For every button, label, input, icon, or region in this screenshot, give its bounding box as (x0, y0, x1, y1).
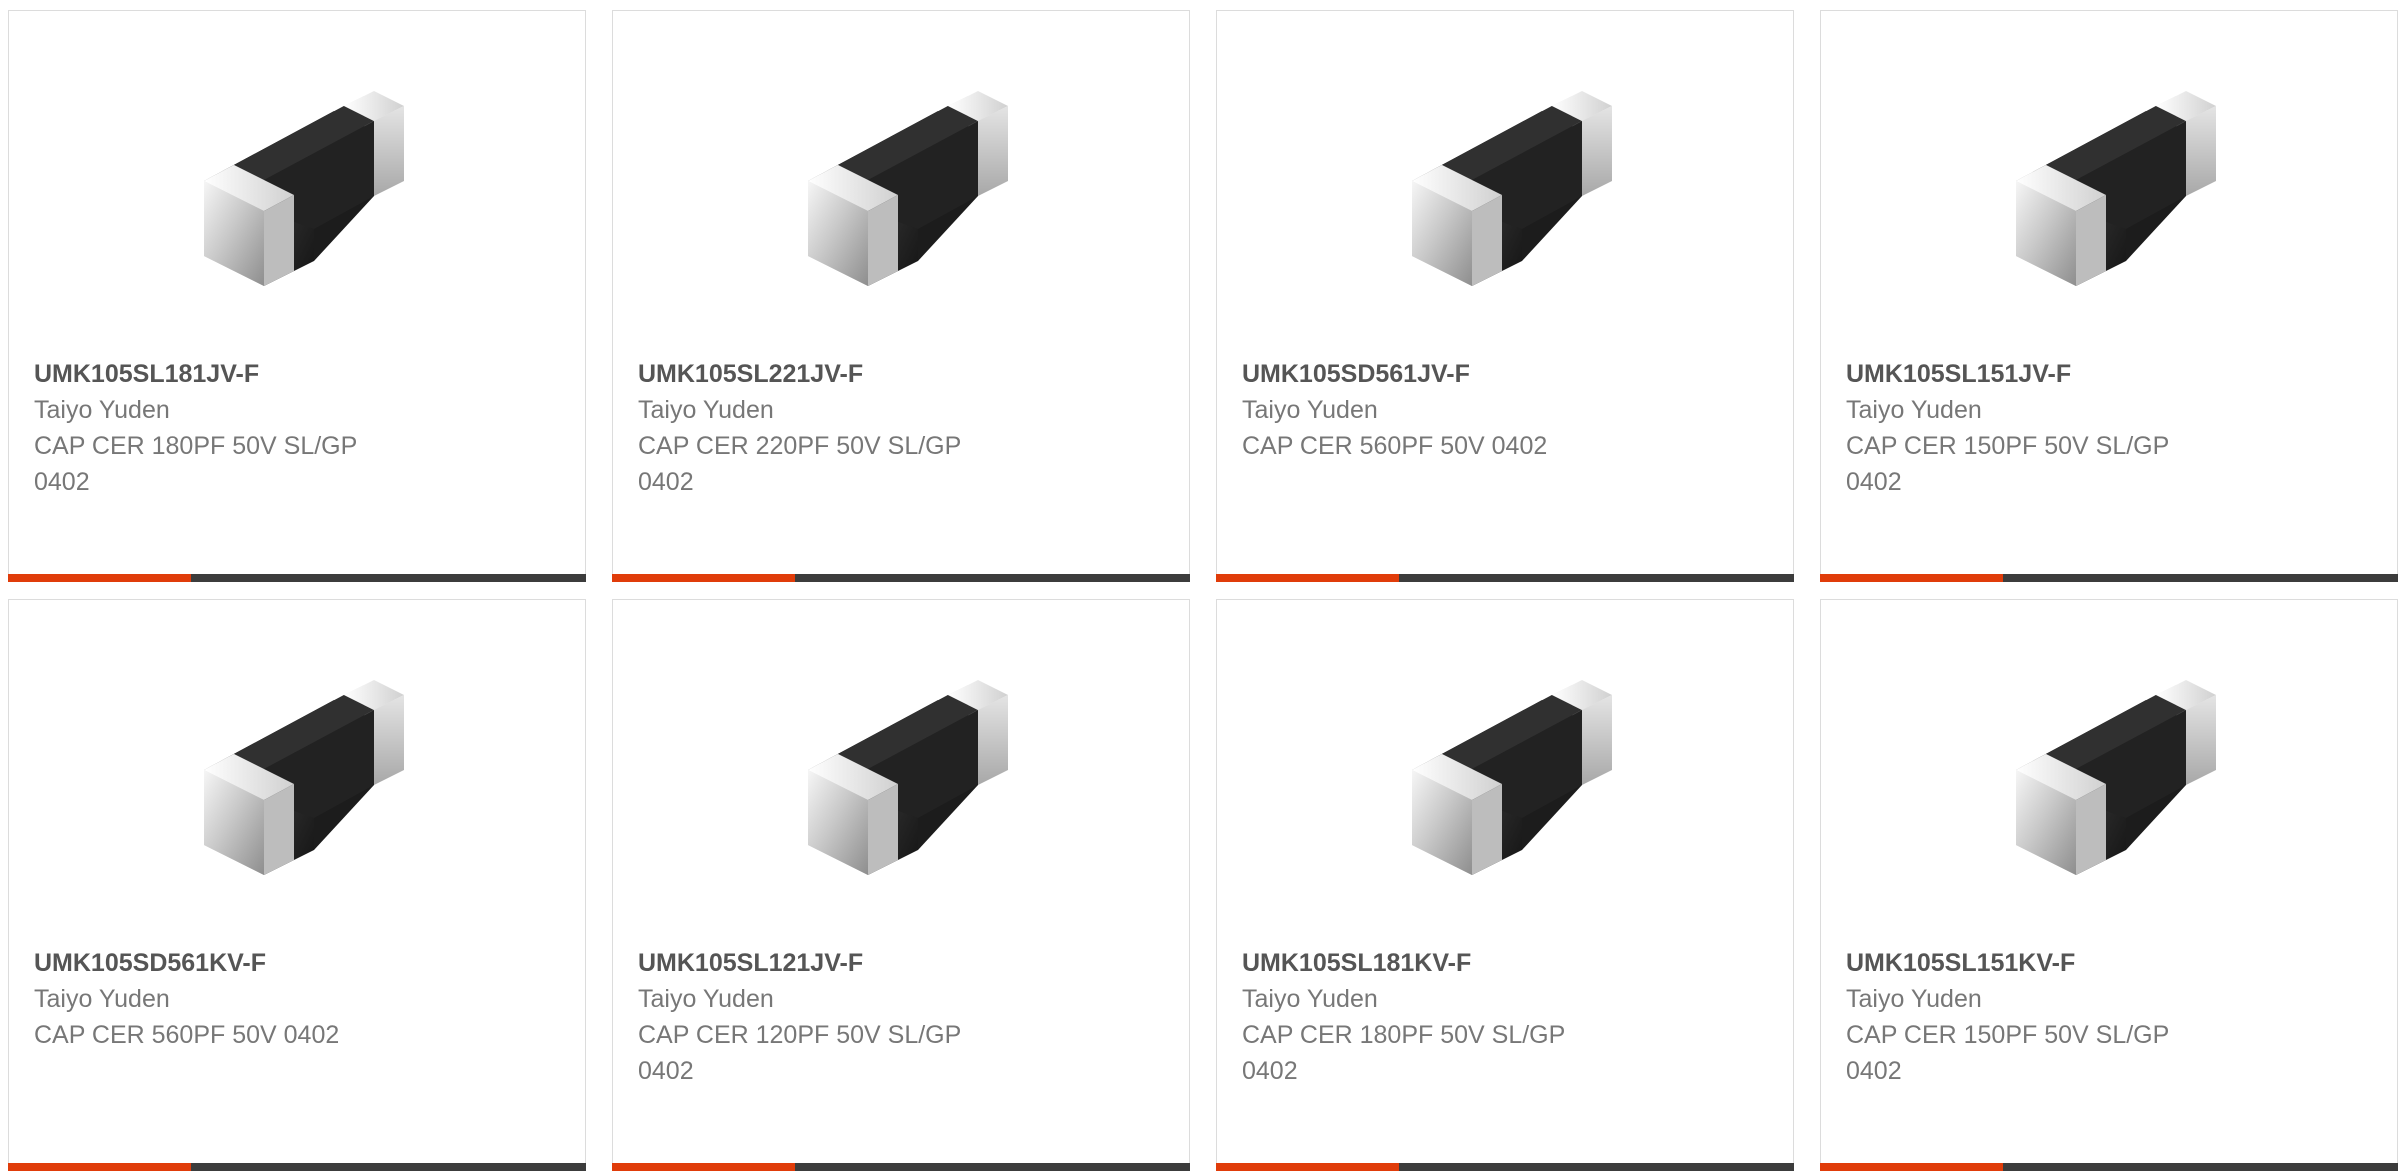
product-info: UMK105SD561JV-F Taiyo Yuden CAP CER 560P… (1242, 356, 1622, 464)
manufacturer-label: Taiyo Yuden (34, 985, 170, 1013)
card-footer-bar (8, 574, 586, 582)
product-description: CAP CER 150PF 50V SL/GP 0402 (1846, 1021, 2169, 1085)
product-card[interactable]: UMK105SL151KV-F Taiyo Yuden CAP CER 150P… (1820, 599, 2398, 1171)
product-card[interactable]: UMK105SL181JV-F Taiyo Yuden CAP CER 180P… (8, 10, 586, 582)
product-grid: UMK105SL181JV-F Taiyo Yuden CAP CER 180P… (0, 0, 2400, 1171)
product-info: UMK105SL181JV-F Taiyo Yuden CAP CER 180P… (34, 356, 414, 500)
manufacturer-label: Taiyo Yuden (1242, 396, 1378, 424)
part-number-link[interactable]: UMK105SL181JV-F (34, 356, 414, 392)
card-footer-bar (8, 1163, 586, 1171)
product-card[interactable]: UMK105SL121JV-F Taiyo Yuden CAP CER 120P… (612, 599, 1190, 1171)
manufacturer-label: Taiyo Yuden (1846, 985, 1982, 1013)
card-accent-strip (612, 1163, 795, 1171)
product-info: UMK105SL181KV-F Taiyo Yuden CAP CER 180P… (1242, 945, 1622, 1089)
card-footer-bar (612, 574, 1190, 582)
product-description: CAP CER 150PF 50V SL/GP 0402 (1846, 432, 2169, 496)
card-footer-bar (1820, 574, 2398, 582)
manufacturer-label: Taiyo Yuden (1846, 396, 1982, 424)
capacitor-chip-image (194, 81, 404, 296)
part-number-link[interactable]: UMK105SL121JV-F (638, 945, 1018, 981)
manufacturer-label: Taiyo Yuden (638, 396, 774, 424)
product-card[interactable]: UMK105SD561JV-F Taiyo Yuden CAP CER 560P… (1216, 10, 1794, 582)
product-description: CAP CER 180PF 50V SL/GP 0402 (34, 432, 357, 496)
product-info: UMK105SL121JV-F Taiyo Yuden CAP CER 120P… (638, 945, 1018, 1089)
product-info: UMK105SL151KV-F Taiyo Yuden CAP CER 150P… (1846, 945, 2226, 1089)
part-number-link[interactable]: UMK105SD561KV-F (34, 945, 414, 981)
product-info: UMK105SD561KV-F Taiyo Yuden CAP CER 560P… (34, 945, 414, 1053)
capacitor-chip-image (2006, 81, 2216, 296)
manufacturer-label: Taiyo Yuden (638, 985, 774, 1013)
capacitor-chip-image (1402, 670, 1612, 885)
part-number-link[interactable]: UMK105SD561JV-F (1242, 356, 1622, 392)
product-description: CAP CER 180PF 50V SL/GP 0402 (1242, 1021, 1565, 1085)
card-footer-bar (1216, 574, 1794, 582)
product-info: UMK105SL221JV-F Taiyo Yuden CAP CER 220P… (638, 356, 1018, 500)
manufacturer-label: Taiyo Yuden (1242, 985, 1378, 1013)
capacitor-chip-image (194, 670, 404, 885)
capacitor-chip-image (2006, 670, 2216, 885)
card-footer-bar (1216, 1163, 1794, 1171)
card-footer-bar (1820, 1163, 2398, 1171)
card-accent-strip (1820, 574, 2003, 582)
product-description: CAP CER 560PF 50V 0402 (1242, 432, 1548, 460)
part-number-link[interactable]: UMK105SL151KV-F (1846, 945, 2226, 981)
product-description: CAP CER 560PF 50V 0402 (34, 1021, 340, 1049)
card-accent-strip (1820, 1163, 2003, 1171)
product-description: CAP CER 220PF 50V SL/GP 0402 (638, 432, 961, 496)
part-number-link[interactable]: UMK105SL221JV-F (638, 356, 1018, 392)
card-accent-strip (8, 1163, 191, 1171)
card-footer-bar (612, 1163, 1190, 1171)
product-description: CAP CER 120PF 50V SL/GP 0402 (638, 1021, 961, 1085)
capacitor-chip-image (798, 81, 1008, 296)
card-accent-strip (612, 574, 795, 582)
part-number-link[interactable]: UMK105SL181KV-F (1242, 945, 1622, 981)
product-card[interactable]: UMK105SL181KV-F Taiyo Yuden CAP CER 180P… (1216, 599, 1794, 1171)
card-accent-strip (1216, 574, 1399, 582)
capacitor-chip-image (798, 670, 1008, 885)
manufacturer-label: Taiyo Yuden (34, 396, 170, 424)
product-info: UMK105SL151JV-F Taiyo Yuden CAP CER 150P… (1846, 356, 2226, 500)
part-number-link[interactable]: UMK105SL151JV-F (1846, 356, 2226, 392)
capacitor-chip-image (1402, 81, 1612, 296)
card-accent-strip (1216, 1163, 1399, 1171)
product-card[interactable]: UMK105SD561KV-F Taiyo Yuden CAP CER 560P… (8, 599, 586, 1171)
product-card[interactable]: UMK105SL221JV-F Taiyo Yuden CAP CER 220P… (612, 10, 1190, 582)
product-card[interactable]: UMK105SL151JV-F Taiyo Yuden CAP CER 150P… (1820, 10, 2398, 582)
card-accent-strip (8, 574, 191, 582)
